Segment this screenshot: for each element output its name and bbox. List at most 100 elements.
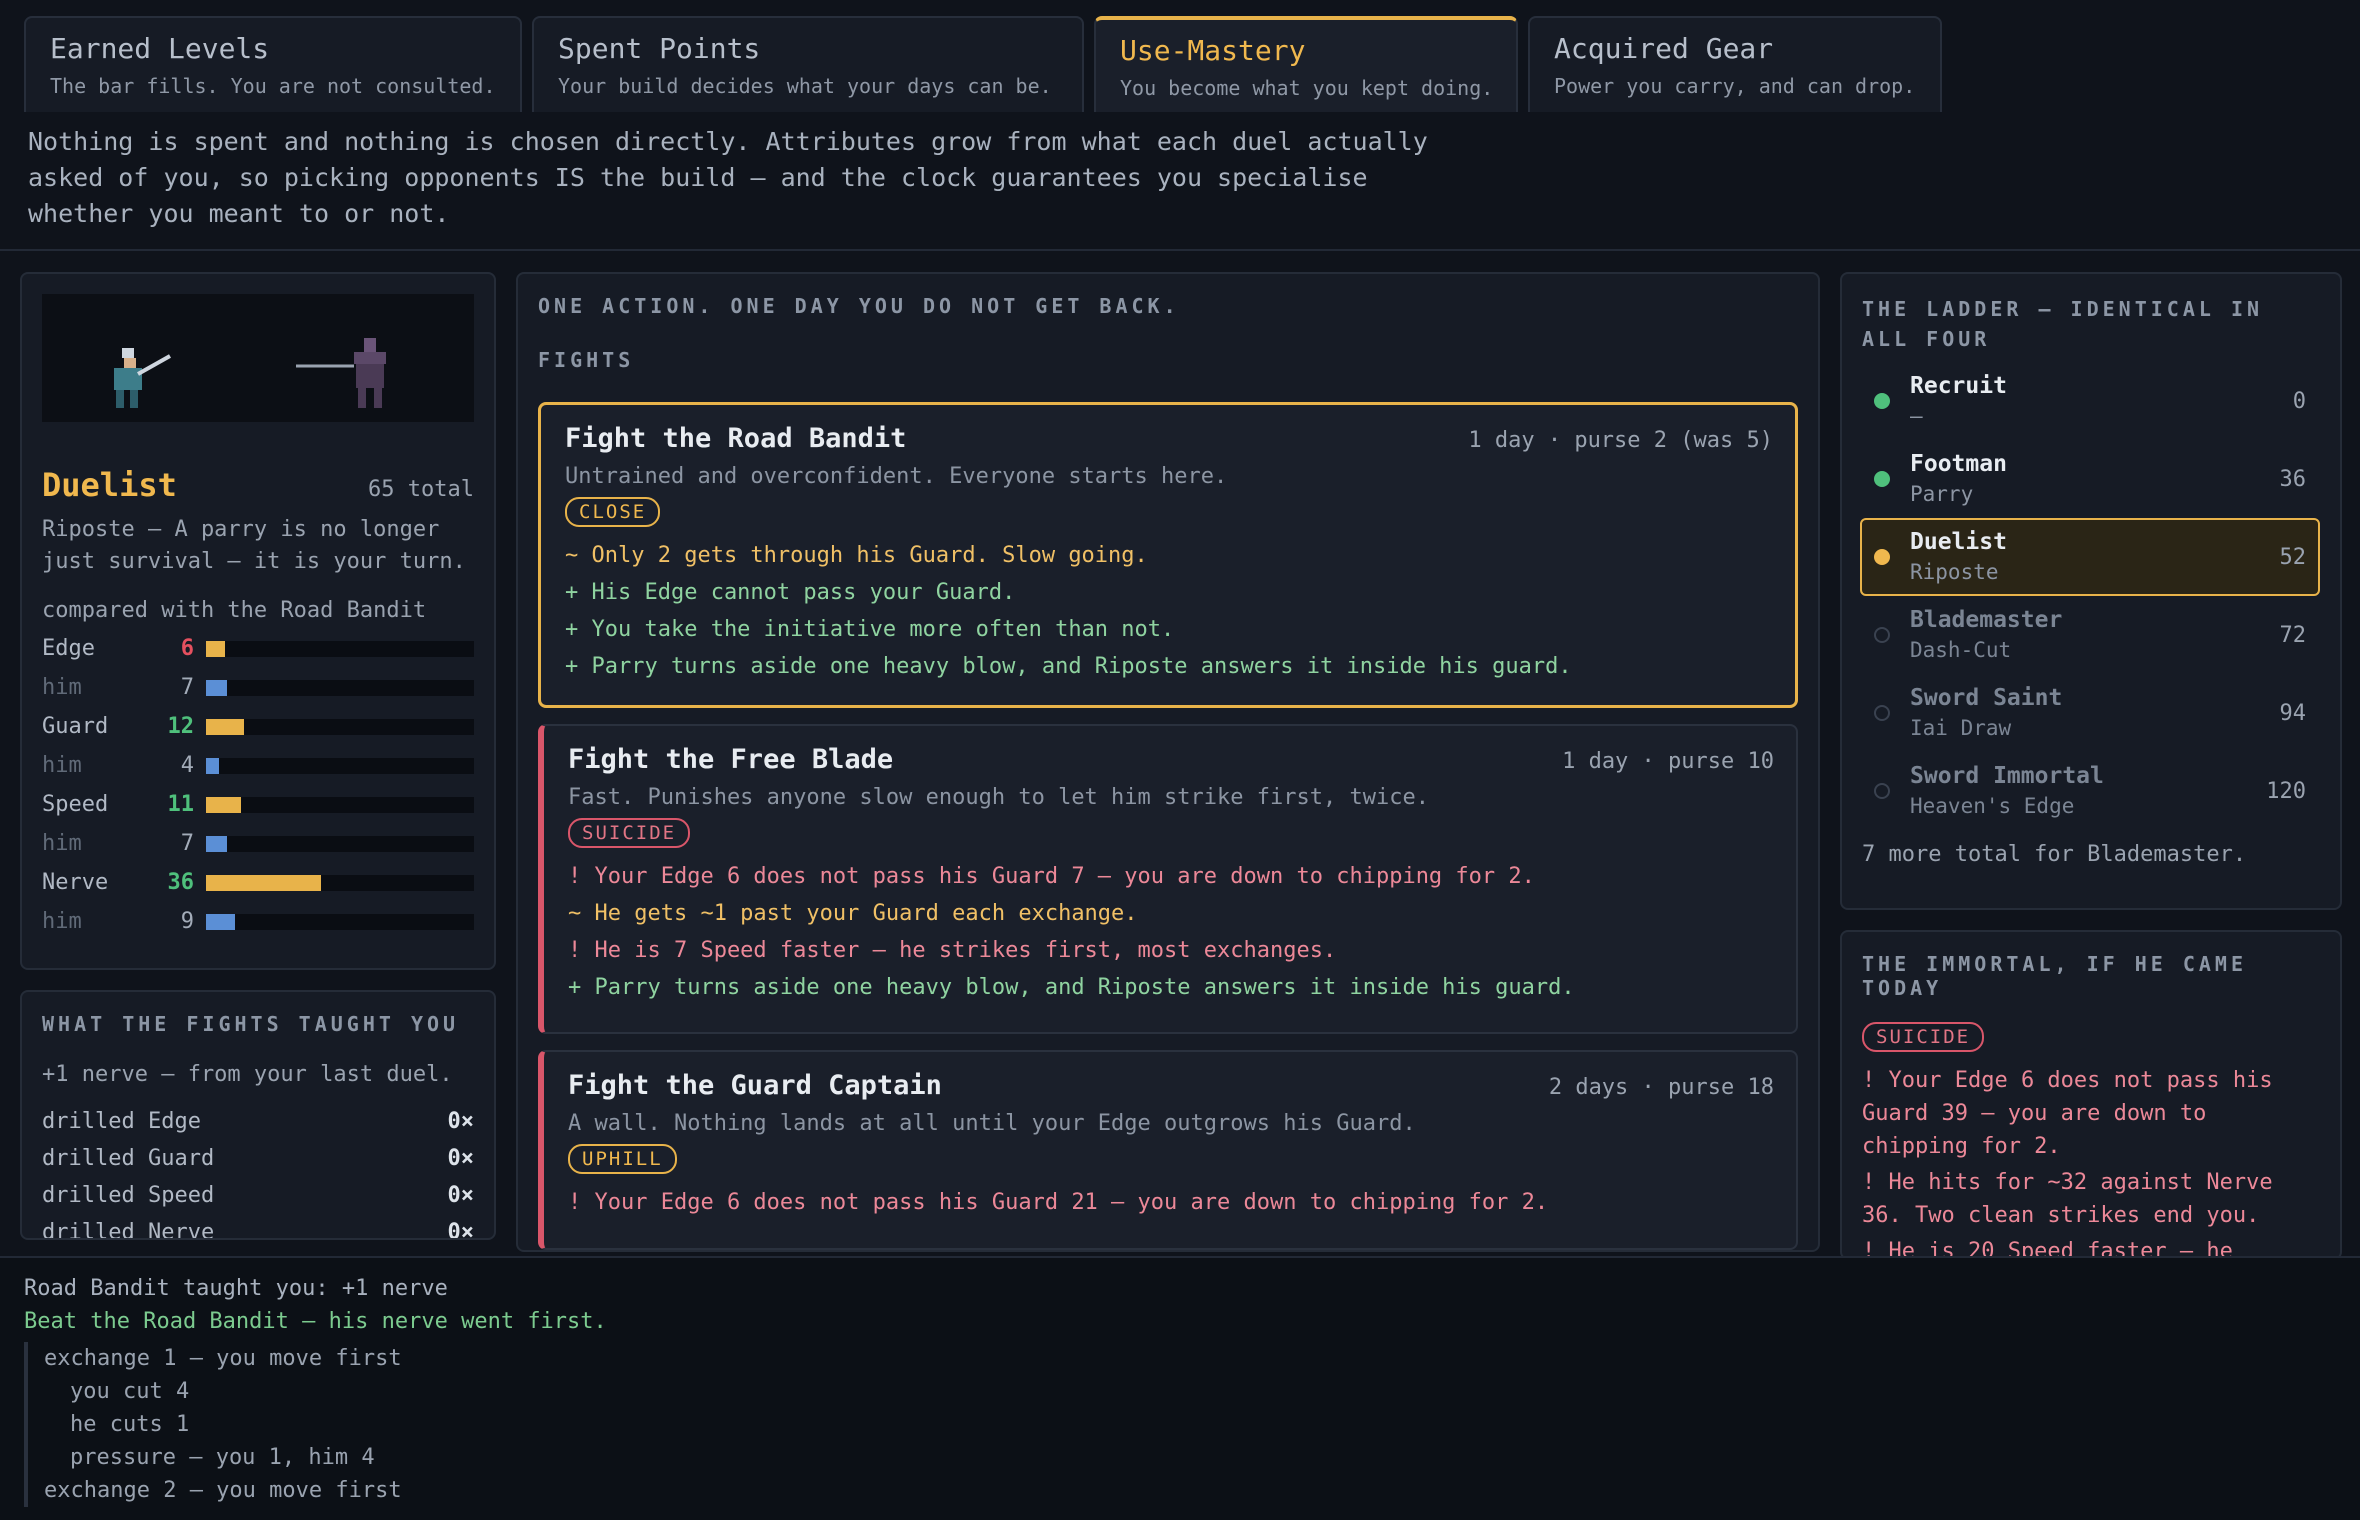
- rung-threshold: 36: [2279, 466, 2307, 492]
- fight-description: Fast. Punishes anyone slow enough to let…: [568, 785, 1429, 810]
- tab-title: Use-Mastery: [1120, 34, 1306, 67]
- drill-label: drilled Guard: [42, 1146, 215, 1171]
- rung-name: Recruit: [1910, 373, 2007, 399]
- opponent-stat-row: him 7: [42, 824, 474, 863]
- tab-title: Spent Points: [558, 32, 761, 65]
- duel-arena: [42, 294, 474, 422]
- rung-technique: Heaven's Edge: [1910, 794, 2075, 818]
- stat-bar: [206, 796, 474, 813]
- immortal-note: ! He hits for ~32 against Nerve 36. Two …: [1862, 1170, 2273, 1228]
- stat-bar: [206, 874, 474, 891]
- stat-value: 11: [167, 792, 195, 817]
- stat-bar: [206, 640, 474, 657]
- risk-badge: CLOSE: [565, 497, 661, 527]
- stat-row-edge: Edge 6: [42, 629, 474, 668]
- ladder-rung-sword-immortal: Sword Immortal Heaven's Edge 120: [1860, 752, 2320, 830]
- opponent-stat-row: him 9: [42, 902, 474, 941]
- fight-meta: 1 day · purse 10: [1562, 749, 1774, 774]
- ladder-rung-duelist: Duelist Riposte 52: [1860, 518, 2320, 596]
- rung-technique: —: [1910, 404, 1923, 428]
- opponent-stat-row: him 4: [42, 746, 474, 785]
- rank-status-dot-icon: [1874, 705, 1890, 721]
- stat-label: Nerve: [42, 870, 109, 895]
- stat-bar-fill: [206, 718, 244, 735]
- fight-note: + Parry turns aside one heavy blow, and …: [565, 654, 1572, 679]
- stat-label: him: [42, 909, 82, 934]
- stat-list: Edge 6 him 7 Guard 12 him 4 Speed 11 him 7 Nerve 36 hi…: [42, 629, 474, 941]
- stat-bar: [206, 757, 474, 774]
- rung-technique: Dash-Cut: [1910, 638, 2012, 662]
- stat-row-nerve: Nerve 36: [42, 863, 474, 902]
- rank-ladder: Recruit — 0 Footman Parry 36 Duelist Riposte 52 B…: [1860, 362, 2320, 830]
- stat-bar-fill: [206, 835, 228, 852]
- stat-value: 9: [180, 909, 194, 934]
- fight-note: ! He is 7 Speed faster — he strikes firs…: [568, 938, 1337, 963]
- rung-threshold: 0: [2292, 388, 2306, 414]
- fights-panel: ONE ACTION. ONE DAY YOU DO NOT GET BACK.…: [516, 272, 1820, 1252]
- drill-count: 0×: [447, 1220, 475, 1240]
- tab-title: Earned Levels: [50, 32, 270, 65]
- tab-subtitle: Power you carry, and can drop.: [1554, 74, 1916, 98]
- tab-spent-points[interactable]: Spent Points Your build decides what you…: [532, 16, 1084, 112]
- rung-threshold: 52: [2279, 544, 2307, 570]
- tab-acquired-gear[interactable]: Acquired Gear Power you carry, and can d…: [1528, 16, 1942, 112]
- stat-value: 7: [180, 675, 194, 700]
- combat-log[interactable]: Road Bandit taught you: +1 nerve Beat th…: [0, 1256, 2360, 1520]
- duel-sprites: [114, 338, 386, 408]
- rank-description: Riposte — A parry is no longer just surv…: [42, 517, 466, 574]
- tab-title: Acquired Gear: [1554, 32, 1774, 65]
- fight-note: + You take the initiative more often tha…: [565, 617, 1175, 642]
- stat-label: him: [42, 831, 82, 856]
- fight-note: + His Edge cannot pass your Guard.: [565, 580, 1016, 605]
- drill-label: drilled Speed: [42, 1183, 215, 1208]
- stat-row-speed: Speed 11: [42, 785, 474, 824]
- stat-value: 36: [167, 870, 195, 895]
- stat-bar-fill: [206, 679, 228, 696]
- stat-row-guard: Guard 12: [42, 707, 474, 746]
- risk-badge: SUICIDE: [568, 818, 691, 848]
- log-line: pressure — you 1, him 4: [70, 1445, 375, 1470]
- tab-subtitle: Your build decides what your days can be…: [558, 74, 1052, 98]
- panel-heading: THE LADDER — IDENTICAL IN ALL FOUR: [1862, 297, 2264, 351]
- rank-name: Duelist: [42, 466, 177, 504]
- total-points: 65 total: [368, 477, 474, 502]
- fight-card-free-blade[interactable]: Fight the Free Blade 1 day · purse 10 Fa…: [538, 724, 1798, 1034]
- fight-card-road-bandit[interactable]: Fight the Road Bandit 1 day · purse 2 (w…: [538, 402, 1798, 708]
- log-line: Road Bandit taught you: +1 nerve: [24, 1276, 448, 1301]
- fight-name: Fight the Guard Captain: [568, 1070, 942, 1101]
- rung-name: Sword Saint: [1910, 685, 2063, 711]
- drill-row: drilled Edge 0×: [42, 1103, 474, 1140]
- stat-value: 6: [180, 636, 194, 661]
- immortal-note: ! Your Edge 6 does not pass his Guard 39…: [1862, 1068, 2273, 1159]
- fight-meta: 1 day · purse 2 (was 5): [1468, 428, 1773, 453]
- opponent-stat-row: him 7: [42, 668, 474, 707]
- risk-badge: SUICIDE: [1862, 1022, 1985, 1052]
- enemy-sprite-icon: [296, 338, 386, 408]
- tab-use-mastery[interactable]: Use-Mastery You become what you kept doi…: [1094, 16, 1518, 112]
- stat-bar-fill: [206, 640, 225, 657]
- drill-count: 0×: [447, 1146, 475, 1171]
- taught-note: +1 nerve — from your last duel.: [42, 1062, 453, 1087]
- stat-bar-fill: [206, 757, 220, 774]
- fight-note: ~ Only 2 gets through his Guard. Slow go…: [565, 543, 1148, 568]
- rung-technique: Parry: [1910, 482, 1974, 506]
- tab-earned-levels[interactable]: Earned Levels The bar fills. You are not…: [24, 16, 522, 112]
- rung-threshold: 72: [2279, 622, 2307, 648]
- drill-count: 0×: [447, 1183, 475, 1208]
- fight-meta: 2 days · purse 18: [1548, 1075, 1774, 1100]
- rung-technique: Riposte: [1910, 560, 1999, 584]
- stat-bar-fill: [206, 913, 236, 930]
- panel-heading: WHAT THE FIGHTS TAUGHT YOU: [42, 1012, 460, 1036]
- fight-note: ! Your Edge 6 does not pass his Guard 21…: [568, 1190, 1549, 1215]
- fight-name: Fight the Free Blade: [568, 744, 894, 775]
- rung-name: Blademaster: [1910, 607, 2063, 633]
- rung-threshold: 120: [2266, 778, 2306, 804]
- drill-list: drilled Edge 0× drilled Guard 0× drilled Spe…: [42, 1103, 475, 1240]
- fight-card-guard-captain[interactable]: Fight the Guard Captain 2 days · purse 1…: [538, 1050, 1798, 1250]
- player-sprite-icon: [114, 348, 171, 408]
- log-line: you cut 4: [70, 1379, 190, 1404]
- fight-note: ! Your Edge 6 does not pass his Guard 7 …: [568, 864, 1535, 889]
- fight-description: Untrained and overconfident. Everyone st…: [565, 464, 1228, 489]
- panel-heading: THE IMMORTAL, IF HE CAME TODAY: [1862, 952, 2247, 1000]
- drill-row: drilled Nerve 0×: [42, 1214, 475, 1240]
